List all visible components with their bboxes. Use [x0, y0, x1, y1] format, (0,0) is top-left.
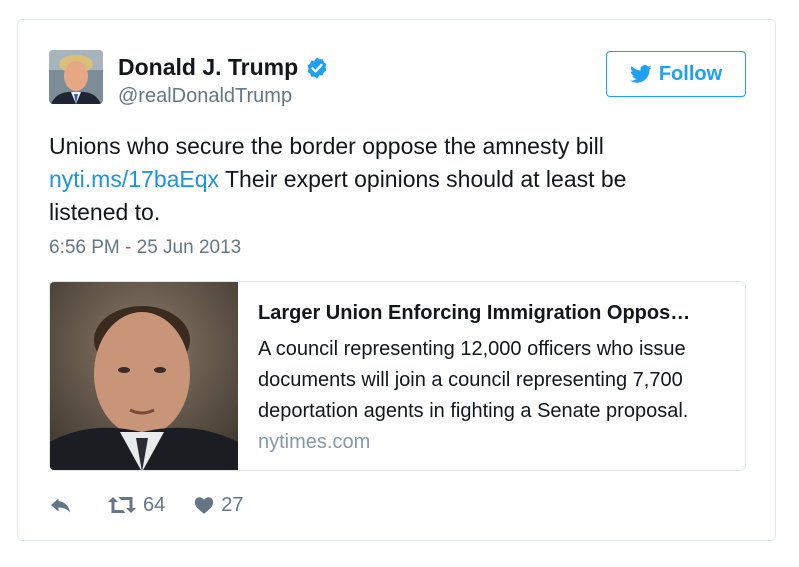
card-title: Larger Union Enforcing Immigration Oppos… [258, 302, 691, 324]
author-name-row: Donald J. Trump [118, 54, 329, 81]
card-thumbnail [50, 282, 238, 470]
like-button[interactable]: 27 [193, 493, 244, 517]
heart-icon [195, 497, 214, 514]
tweet-text-part1: Unions who secure the border oppose the … [49, 133, 604, 159]
reply-icon [51, 498, 70, 513]
follow-button[interactable]: Follow [606, 51, 746, 97]
tweet-actions: 64 27 [49, 493, 244, 517]
tweet-text: Unions who secure the border oppose the … [49, 130, 689, 229]
retweet-icon [108, 497, 136, 513]
handle[interactable]: @realDonaldTrump [118, 85, 292, 108]
like-count: 27 [221, 493, 244, 516]
card-domain: nytimes.com [258, 431, 371, 453]
avatar-image [49, 50, 103, 104]
twitter-bird-icon [629, 65, 652, 83]
link-preview-card[interactable]: Larger Union Enforcing Immigration Oppos… [49, 281, 746, 471]
follow-label: Follow [658, 62, 723, 85]
display-name[interactable]: Donald J. Trump [118, 54, 298, 81]
tweet-link[interactable]: nyti.ms/17baEqx [49, 166, 219, 192]
card-description: A council representing 12,000 officers w… [258, 338, 689, 422]
timestamp[interactable]: 6:56 PM - 25 Jun 2013 [49, 237, 241, 259]
avatar[interactable] [49, 50, 103, 104]
reply-button[interactable] [49, 493, 75, 517]
retweet-count: 64 [143, 493, 166, 516]
card-body: Larger Union Enforcing Immigration Oppos… [258, 300, 728, 456]
tweet-card: Donald J. Trump @realDonaldTrump Follow … [17, 19, 776, 541]
retweet-button[interactable]: 64 [107, 493, 165, 517]
verified-badge-icon [305, 56, 329, 80]
